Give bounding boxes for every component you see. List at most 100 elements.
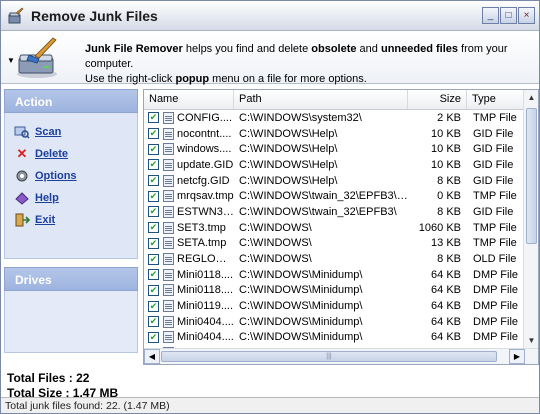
options-action[interactable]: Options [5,165,137,187]
vertical-scroll-thumb[interactable] [526,108,537,244]
table-row[interactable]: ✔ SETA.tmp C:\WINDOWS\ 13 KB TMP File [144,236,524,252]
row-checkbox[interactable]: ✔ [148,331,159,343]
help-icon [14,190,30,206]
path-cell: C:\WINDOWS\Help\ [239,127,338,140]
table-row[interactable]: ✔ REGLOC.... C:\WINDOWS\ 8 KB OLD File [144,251,524,267]
close-button[interactable]: × [518,7,535,24]
scan-action[interactable]: Scan [5,121,137,143]
scroll-left-icon[interactable]: ◀ [144,349,160,364]
row-checkbox[interactable]: ✔ [148,300,159,312]
type-cell: GID File [473,143,514,156]
path-cell: C:\WINDOWS\twain_32\EPFB3\ [239,205,397,218]
drives-panel-header[interactable]: Drives [4,267,138,291]
horizontal-scrollbar[interactable]: ◀ ||| ▶ [144,348,538,364]
horizontal-scroll-thumb[interactable]: ||| [161,351,497,362]
title-bar[interactable]: Remove Junk Files _ □ × [1,1,539,31]
size-cell: 2 KB [437,111,461,124]
file-name: Mini0119.... [177,300,234,313]
app-window: Remove Junk Files _ □ × ▼ Junk File Remo… [0,0,540,414]
name-cell: ✔ SETA.tmp [144,237,234,250]
minimize-button[interactable]: _ [482,7,499,24]
file-icon [163,315,174,328]
row-checkbox[interactable]: ✔ [148,159,159,171]
table-row[interactable]: ✔ CONFIG.... C:\WINDOWS\system32\ 2 KB TMP F… [144,110,524,126]
path-cell: C:\WINDOWS\Minidump\ [239,315,363,328]
column-header-name[interactable]: Name [144,90,234,109]
file-icon [163,284,174,297]
name-cell: ✔ Mini0404.... [144,315,234,328]
type-cell: DMP File [473,331,519,344]
list-rows: ✔ CONFIG.... C:\WINDOWS\system32\ 2 KB TMP F… [144,110,524,348]
table-row[interactable]: ✔ ESTWN3.... C:\WINDOWS\twain_32\EPFB3\ 8 K… [144,204,524,220]
row-checkbox[interactable]: ✔ [148,190,159,202]
size-cell: 64 KB [431,300,461,313]
table-row[interactable]: ✔ Mini0404.... C:\WINDOWS\Minidump\ 64 KB DM… [144,330,524,346]
table-row[interactable]: ✔ netcfg.GID C:\WINDOWS\Help\ 8 KB GID File [144,173,524,189]
table-row[interactable]: ✔ windows.... C:\WINDOWS\Help\ 10 KB GID Fil… [144,141,524,157]
name-cell: ✔ Mini0119.... [144,300,234,313]
scroll-right-icon[interactable]: ▶ [509,349,525,364]
row-checkbox[interactable]: ✔ [148,143,159,155]
broom-drive-icon [15,36,61,80]
row-checkbox[interactable]: ✔ [148,316,159,328]
scan-label: Scan [35,126,62,138]
file-icon [163,190,174,203]
action-panel-header[interactable]: Action [4,89,138,113]
row-checkbox[interactable]: ✔ [148,269,159,281]
row-checkbox[interactable]: ✔ [148,128,159,140]
row-checkbox[interactable]: ✔ [148,284,159,296]
table-row[interactable]: ✔ Mini0404.... C:\WINDOWS\Minidump\ 64 KB DM… [144,314,524,330]
row-checkbox[interactable]: ✔ [148,112,159,124]
row-checkbox[interactable]: ✔ [148,237,159,249]
scroll-up-icon[interactable]: ▲ [524,90,538,105]
column-header-path[interactable]: Path [234,90,408,109]
row-checkbox[interactable]: ✔ [148,175,159,187]
name-cell: ✔ ESTWN3.... [144,205,234,218]
action-panel: Scan ✕ Delete Options Help Exit [4,113,138,259]
path-cell: C:\WINDOWS\Help\ [239,174,338,187]
table-row[interactable]: ✔ update.GID C:\WINDOWS\Help\ 10 KB GID File [144,157,524,173]
banner-dropdown-icon[interactable]: ▼ [7,56,15,65]
file-name: ESTWN3.... [177,205,234,218]
scroll-down-icon[interactable]: ▼ [524,333,538,348]
path-cell: C:\WINDOWS\system32\ [239,111,362,124]
path-cell: C:\WINDOWS\Minidump\ [239,331,363,344]
column-header-type[interactable]: Type [467,90,524,109]
name-cell: ✔ CONFIG.... [144,111,234,124]
table-row[interactable]: ✔ SET3.tmp C:\WINDOWS\ 1060 KB TMP File [144,220,524,236]
help-action[interactable]: Help [5,187,137,209]
row-checkbox[interactable]: ✔ [148,253,159,265]
maximize-button[interactable]: □ [500,7,517,24]
table-row[interactable]: ✔ Mini0118.... C:\WINDOWS\Minidump\ 64 KB DM… [144,267,524,283]
table-row[interactable]: ✔ Mini0118.... C:\WINDOWS\Minidump\ 64 KB DM… [144,283,524,299]
type-cell: TMP File [473,111,517,124]
file-icon [163,268,174,281]
path-cell: C:\WINDOWS\Help\ [239,158,338,171]
type-cell: DMP File [473,284,519,297]
banner-word-obsolete: obsolete [311,43,357,55]
delete-action[interactable]: ✕ Delete [5,143,137,165]
path-cell: C:\WINDOWS\Minidump\ [239,300,363,313]
column-header-size[interactable]: Size [408,90,467,109]
size-cell: 64 KB [431,331,461,344]
path-cell: C:\WINDOWS\Minidump\ [239,268,363,281]
delete-icon: ✕ [16,146,28,161]
type-cell: TMP File [473,237,517,250]
type-cell: DMP File [473,300,519,313]
table-row[interactable]: ✔ mrqsav.tmp C:\WINDOWS\twain_32\EPFB3\SET… [144,188,524,204]
junk-file-list[interactable]: Name Path Size Type ✔ CONFIG.... C:\WINDOW… [143,89,539,365]
list-header: Name Path Size Type [144,90,538,110]
file-name: CONFIG.... [177,111,232,124]
file-name: SETA.tmp [177,237,227,250]
banner-line2-pre: Use the right-click [85,73,176,85]
exit-action[interactable]: Exit [5,209,137,231]
vertical-scrollbar[interactable]: ▲ ▼ [523,90,538,348]
table-row[interactable]: ✔ Mini0119.... C:\WINDOWS\Minidump\ 64 KB DM… [144,298,524,314]
path-cell: C:\WINDOWS\Help\ [239,143,338,156]
row-checkbox[interactable]: ✔ [148,206,159,218]
file-icon [163,237,174,250]
row-checkbox[interactable]: ✔ [148,222,159,234]
file-name: windows.... [177,143,232,156]
banner-description: Junk File Remover helps you find and del… [85,42,525,87]
table-row[interactable]: ✔ nocontnt.... C:\WINDOWS\Help\ 10 KB GID Fi… [144,126,524,142]
